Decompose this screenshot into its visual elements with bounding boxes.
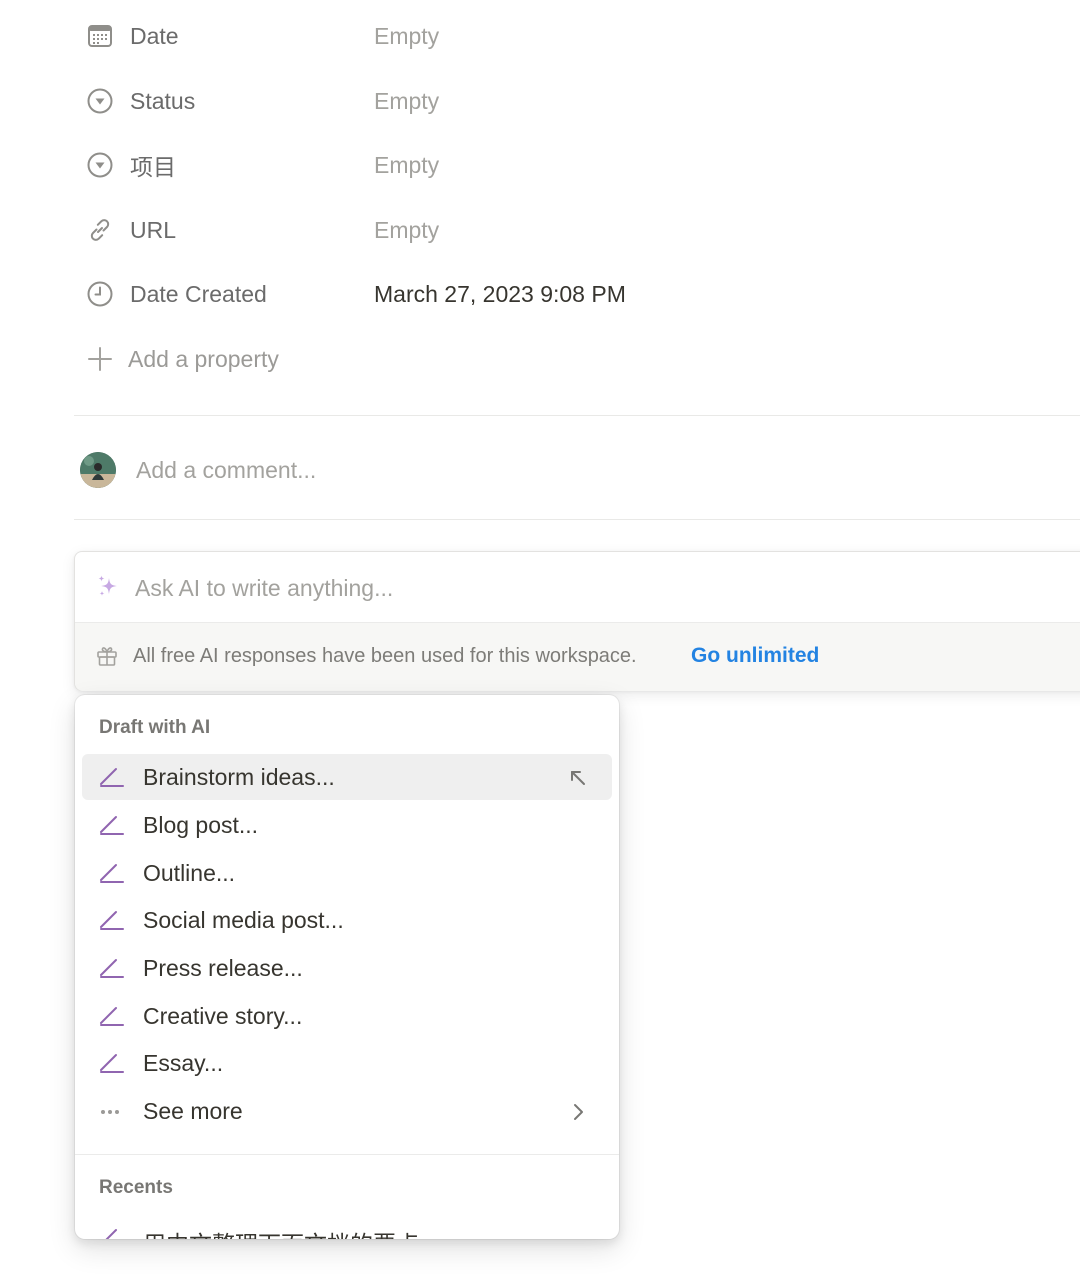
property-name: Date — [130, 22, 179, 49]
property-row-url[interactable]: URL Empty — [84, 210, 439, 250]
property-name: Date Created — [130, 280, 267, 307]
divider — [74, 519, 1080, 520]
pencil-icon — [98, 907, 126, 933]
menu-item-label: Essay... — [143, 1050, 224, 1076]
menu-item-press-release[interactable]: Press release... — [82, 945, 612, 991]
property-row-project[interactable]: 项目 Empty — [84, 145, 439, 185]
property-value[interactable]: Empty — [374, 88, 439, 115]
avatar — [80, 452, 116, 488]
pencil-icon — [98, 860, 126, 886]
pencil-icon — [98, 1050, 126, 1076]
menu-item-label: Blog post... — [143, 812, 259, 838]
select-icon — [84, 149, 116, 181]
pencil-icon — [98, 1003, 126, 1029]
add-property-button[interactable]: Add a property — [84, 339, 279, 379]
status-icon — [84, 85, 116, 117]
comment-row[interactable]: Add a comment... — [80, 450, 316, 490]
chevron-right-icon — [566, 1100, 590, 1124]
menu-item-social-media-post[interactable]: Social media post... — [82, 897, 612, 943]
property-name: URL — [130, 216, 177, 243]
menu-item-label: Creative story... — [143, 1003, 303, 1029]
gift-icon — [95, 644, 119, 668]
menu-divider — [75, 1154, 619, 1155]
calendar-icon — [84, 20, 116, 52]
ai-sparkle-icon — [95, 574, 121, 600]
menu-item-outline[interactable]: Outline... — [82, 850, 612, 896]
menu-item-blog-post[interactable]: Blog post... — [82, 802, 612, 848]
pencil-icon — [98, 812, 126, 838]
plus-icon — [84, 343, 116, 375]
property-row-date[interactable]: Date Empty — [84, 16, 439, 56]
arrow-up-left-icon — [566, 766, 590, 790]
property-value[interactable]: Empty — [374, 152, 439, 179]
ai-usage-notice: All free AI responses have been used for… — [75, 622, 1080, 691]
property-value: March 27, 2023 9:08 PM — [374, 280, 626, 307]
add-property-label: Add a property — [128, 345, 279, 372]
menu-item-label: 用中文整理下面文档的要点 — [143, 1225, 419, 1239]
menu-item-creative-story[interactable]: Creative story... — [82, 993, 612, 1039]
ai-prompt-box: All free AI responses have been used for… — [74, 551, 1080, 691]
comment-input[interactable]: Add a comment... — [136, 457, 316, 484]
menu-item-essay[interactable]: Essay... — [82, 1040, 612, 1086]
menu-item-label: Press release... — [143, 955, 303, 981]
section-label-draft: Draft with AI — [99, 717, 211, 738]
menu-item-label: Outline... — [143, 860, 236, 886]
menu-item-label: Brainstorm ideas... — [143, 764, 335, 790]
property-name: Status — [130, 87, 196, 114]
ai-prompt-input[interactable] — [133, 570, 937, 606]
property-value[interactable]: Empty — [374, 217, 439, 244]
pencil-icon — [98, 955, 126, 981]
link-icon — [84, 214, 116, 246]
go-unlimited-link[interactable]: Go unlimited — [691, 644, 819, 668]
menu-item-see-more[interactable]: See more — [82, 1088, 612, 1134]
clock-icon — [84, 278, 116, 310]
property-row-status[interactable]: Status Empty — [84, 81, 439, 121]
pencil-icon — [98, 764, 126, 790]
section-label-recents: Recents — [99, 1177, 173, 1198]
menu-item-brainstorm[interactable]: Brainstorm ideas... — [82, 754, 612, 800]
menu-item-label: Social media post... — [143, 907, 344, 933]
menu-item-label: See more — [143, 1098, 243, 1124]
property-name: 项目 — [130, 154, 176, 180]
ai-input-row — [75, 552, 1080, 622]
pencil-icon — [98, 1225, 126, 1239]
more-icon — [98, 1098, 126, 1124]
property-row-date-created[interactable]: Date Created March 27, 2023 9:08 PM — [84, 274, 626, 314]
ai-suggestion-menu: Draft with AI Brainstorm ideas... Blog p… — [75, 695, 619, 1239]
notice-text: All free AI responses have been used for… — [133, 645, 637, 667]
divider — [74, 415, 1080, 416]
property-value[interactable]: Empty — [374, 23, 439, 50]
recent-item[interactable]: 用中文整理下面文档的要点 — [82, 1215, 612, 1239]
